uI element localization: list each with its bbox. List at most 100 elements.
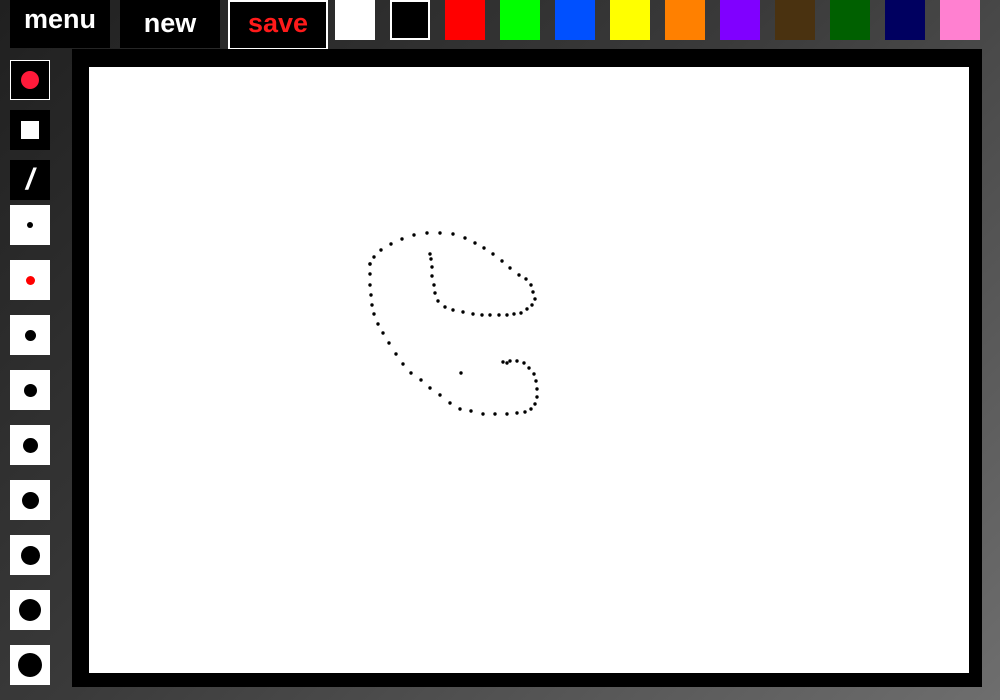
stroke-dot: [425, 231, 429, 235]
stroke-dot: [376, 322, 380, 326]
stroke-dot: [505, 412, 509, 416]
stroke-dot: [381, 331, 385, 335]
stroke-dot: [481, 412, 485, 416]
stroke-dot: [401, 362, 405, 366]
brush-size-icon: [24, 329, 36, 341]
stroke-dot: [451, 232, 455, 236]
stroke-dot: [512, 312, 516, 316]
slash-icon: /: [25, 163, 35, 196]
stroke-dot: [370, 303, 374, 307]
stroke-dot: [400, 237, 404, 241]
stroke-dot: [372, 312, 376, 316]
stroke-dot: [379, 248, 383, 252]
stroke-dot: [469, 409, 473, 413]
stroke-dot: [533, 297, 537, 301]
save-button[interactable]: save: [228, 0, 328, 50]
stroke-dot: [534, 379, 538, 383]
stroke-dot: [368, 283, 372, 287]
swatch-white[interactable]: [335, 0, 375, 40]
tool-round-brush-button[interactable]: [10, 60, 50, 100]
stroke-dot: [501, 360, 505, 364]
top-toolbar: menu new save: [0, 0, 1000, 50]
swatch-brown[interactable]: [775, 0, 815, 40]
stroke-dot: [515, 359, 519, 363]
stroke-dot: [433, 291, 437, 295]
stroke-dot: [473, 241, 477, 245]
stroke-dot: [524, 277, 528, 281]
drawing-canvas[interactable]: [89, 67, 969, 673]
stroke-dot: [523, 410, 527, 414]
stroke-dot: [525, 307, 529, 311]
stroke-dot: [409, 371, 413, 375]
swatch-red[interactable]: [445, 0, 485, 40]
stroke-dot: [482, 246, 486, 250]
tool-square-brush-button[interactable]: [10, 110, 50, 150]
stroke-dot: [505, 361, 509, 365]
brush-size-icon: [19, 599, 41, 621]
stroke-dot: [451, 308, 455, 312]
swatch-purple[interactable]: [720, 0, 760, 40]
stroke-dot: [529, 407, 533, 411]
stroke-dot: [491, 252, 495, 256]
stroke-dot: [372, 255, 376, 259]
stroke-dot: [522, 361, 526, 365]
sketch-strokes: [368, 231, 539, 416]
stroke-dot: [428, 252, 432, 256]
square-icon: [21, 121, 39, 139]
size-2-button[interactable]: [10, 260, 50, 300]
stroke-dot: [430, 274, 434, 278]
size-3-button[interactable]: [10, 315, 50, 355]
tool-line-button[interactable]: /: [10, 160, 50, 200]
stroke-dot: [535, 387, 539, 391]
size-8-button[interactable]: [10, 590, 50, 630]
swatch-orange[interactable]: [665, 0, 705, 40]
size-7-button[interactable]: [10, 535, 50, 575]
stroke-dot: [500, 259, 504, 263]
brush-size-icon: [18, 653, 42, 677]
stroke-dot: [368, 272, 372, 276]
size-9-button[interactable]: [10, 645, 50, 685]
swatch-navy[interactable]: [885, 0, 925, 40]
stroke-dot: [461, 310, 465, 314]
stroke-dot: [508, 359, 512, 363]
stroke-dot: [428, 386, 432, 390]
stroke-dot: [432, 283, 436, 287]
stroke-dot: [429, 257, 433, 261]
swatch-dark-green[interactable]: [830, 0, 870, 40]
stroke-dot: [458, 407, 462, 411]
brush-size-icon: [22, 437, 38, 453]
stroke-dot: [369, 293, 373, 297]
size-4-button[interactable]: [10, 370, 50, 410]
stroke-dot: [438, 231, 442, 235]
brush-size-icon: [20, 545, 40, 565]
stroke-dot: [519, 311, 523, 315]
stroke-dot: [531, 290, 535, 294]
stroke-dot: [480, 313, 484, 317]
stroke-dot: [459, 371, 463, 375]
stroke-dot: [533, 402, 537, 406]
stroke-dot: [394, 352, 398, 356]
red-dot-icon: [21, 71, 39, 89]
brush-size-icon: [23, 383, 37, 397]
size-1-button[interactable]: [10, 205, 50, 245]
menu-button[interactable]: menu: [10, 0, 110, 48]
size-6-button[interactable]: [10, 480, 50, 520]
stroke-dot: [515, 411, 519, 415]
stroke-dot: [508, 266, 512, 270]
swatch-pink[interactable]: [940, 0, 980, 40]
new-button[interactable]: new: [120, 0, 220, 48]
swatch-yellow[interactable]: [610, 0, 650, 40]
stroke-dot: [535, 395, 539, 399]
stroke-dot: [438, 393, 442, 397]
stroke-dot: [436, 299, 440, 303]
stroke-dot: [532, 372, 536, 376]
swatch-blue[interactable]: [555, 0, 595, 40]
stroke-dot: [493, 412, 497, 416]
brush-size-icon: [27, 222, 33, 228]
stroke-dot: [419, 378, 423, 382]
swatch-green[interactable]: [500, 0, 540, 40]
swatch-black[interactable]: [390, 0, 430, 40]
size-5-button[interactable]: [10, 425, 50, 465]
stroke-dot: [448, 401, 452, 405]
stroke-dot: [430, 265, 434, 269]
